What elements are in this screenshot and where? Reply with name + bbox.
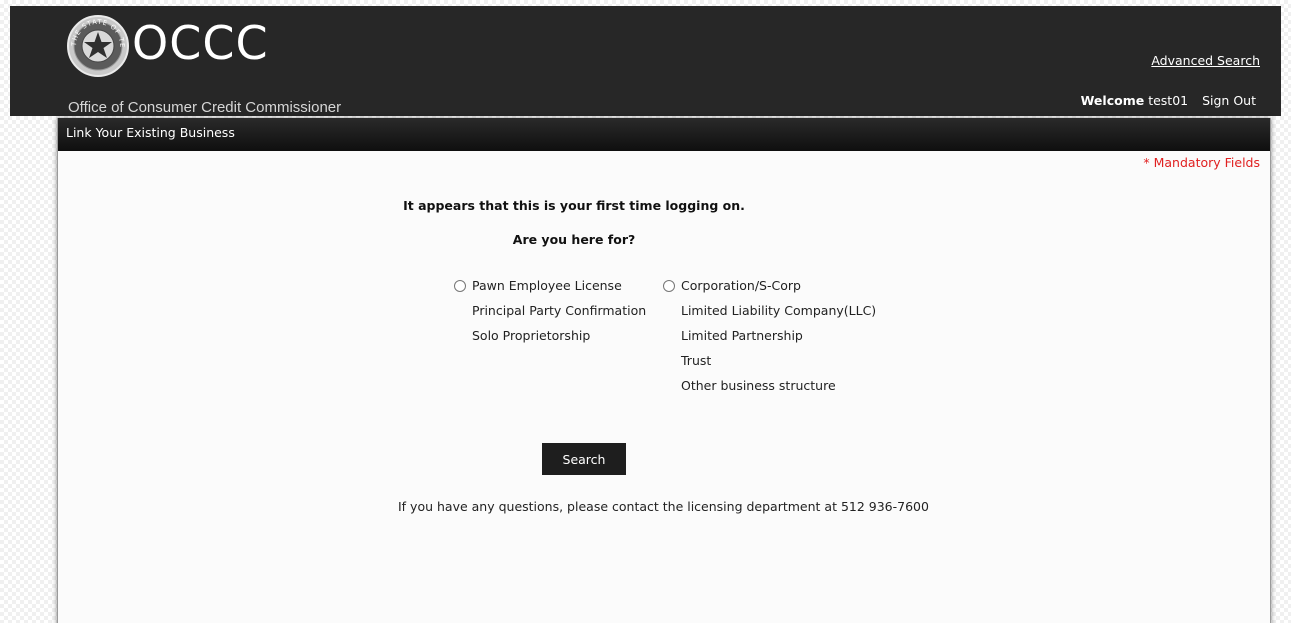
logo-text[interactable]: OCCC: [132, 10, 269, 76]
option-sub-item: Trust: [681, 353, 712, 368]
option-sub-item: Limited Liability Company(LLC): [681, 303, 877, 318]
site-header: THE STATE OF TEXAS OCCC Office of Consum…: [10, 6, 1281, 116]
option-sub-item: Limited Partnership: [681, 328, 803, 343]
right-option-group: Corporation/S-Corp Limited Liability Com…: [663, 278, 876, 403]
contact-info: If you have any questions, please contac…: [398, 499, 929, 514]
option-sub-item: Other business structure: [681, 378, 836, 393]
welcome-label: Welcome: [1080, 93, 1145, 108]
option-label: Pawn Employee License: [472, 278, 622, 293]
search-button[interactable]: Search: [542, 443, 626, 475]
user-info: Welcome test01 Sign Out: [1081, 93, 1256, 108]
mandatory-fields-note: * Mandatory Fields: [1143, 155, 1260, 170]
option-label: Corporation/S-Corp: [681, 278, 801, 293]
radio-option-corporation[interactable]: Corporation/S-Corp: [663, 278, 876, 303]
link-business-panel: Link Your Existing Business * Mandatory …: [57, 118, 1271, 623]
panel-title: Link Your Existing Business: [58, 118, 1270, 151]
left-option-group: Pawn Employee License Principal Party Co…: [454, 278, 646, 353]
advanced-search-link[interactable]: Advanced Search: [1151, 53, 1260, 68]
sign-out-link[interactable]: Sign Out: [1202, 93, 1256, 108]
radio-corporation[interactable]: [663, 280, 675, 292]
first-time-message: It appears that this is your first time …: [403, 198, 745, 213]
option-sub-item: Principal Party Confirmation: [472, 303, 647, 318]
page: THE STATE OF TEXAS OCCC Office of Consum…: [0, 0, 1291, 623]
radio-pawn[interactable]: [454, 280, 466, 292]
site-subtitle: Office of Consumer Credit Commissioner: [68, 99, 342, 116]
purpose-question: Are you here for?: [512, 232, 636, 247]
texas-seal-icon: THE STATE OF TEXAS: [66, 14, 129, 77]
radio-option-pawn[interactable]: Pawn Employee License: [454, 278, 646, 303]
username: test01: [1148, 93, 1189, 108]
option-sub-item: Solo Proprietorship: [472, 328, 591, 343]
